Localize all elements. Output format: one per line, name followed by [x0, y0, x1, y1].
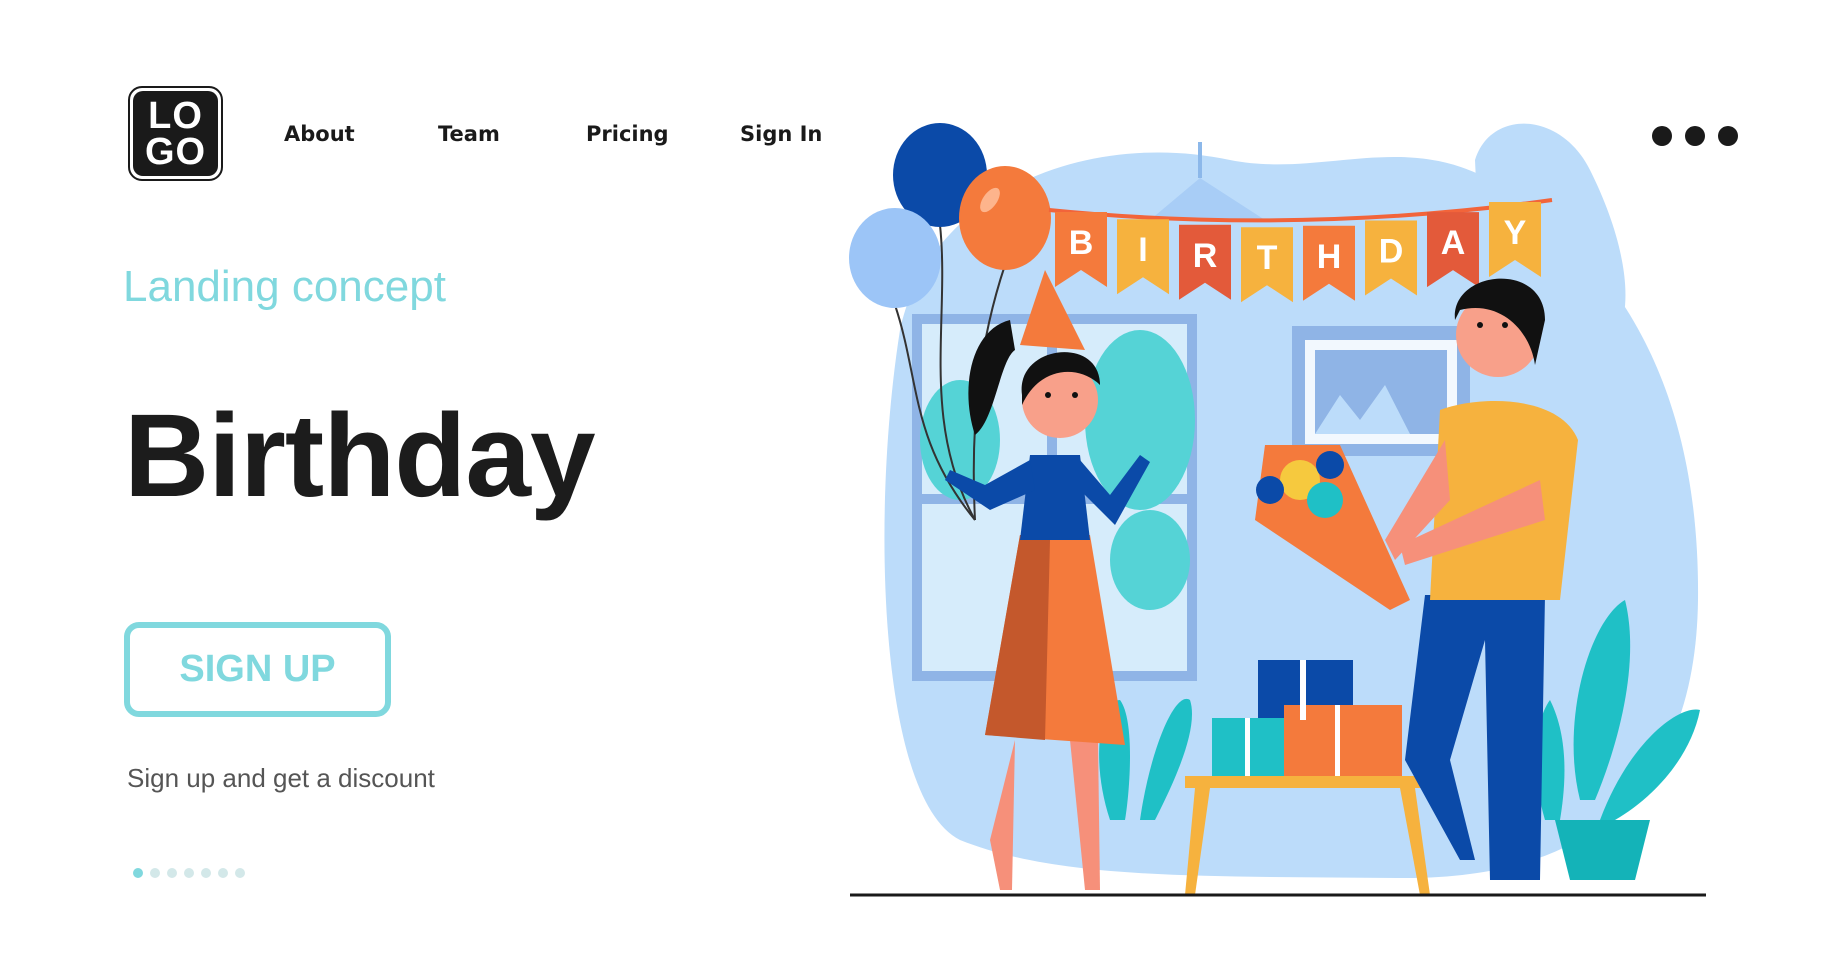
banner-letter: A: [1441, 224, 1466, 262]
banner-letter: Y: [1504, 214, 1527, 252]
birthday-illustration: B I R T HDAY: [849, 123, 1706, 897]
banner-letter: I: [1138, 231, 1147, 269]
banner-letter: B: [1069, 224, 1094, 262]
banner-letter: T: [1257, 239, 1278, 277]
banner-letter: R: [1193, 237, 1218, 275]
banner-letter: D: [1379, 232, 1404, 270]
banner-letter: H: [1317, 238, 1342, 276]
